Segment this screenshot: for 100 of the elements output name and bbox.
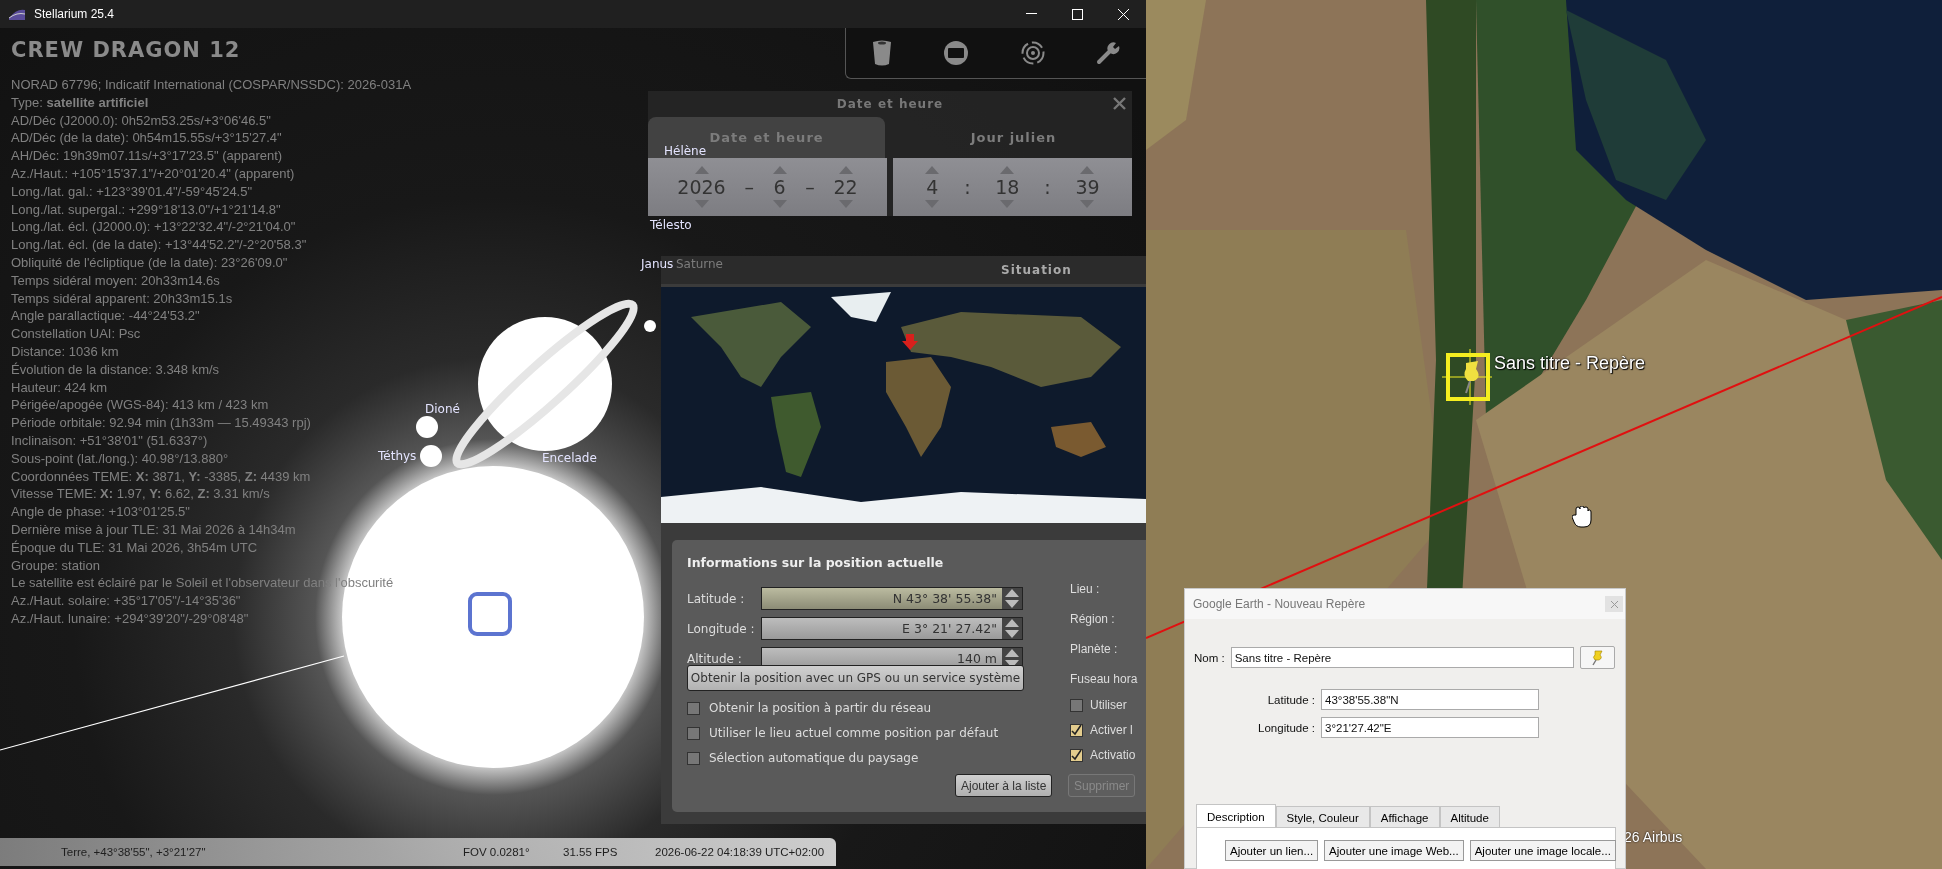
settings-icon[interactable] — [1096, 41, 1121, 65]
tab[interactable]: Altitude — [1439, 806, 1500, 828]
down-arrow-icon[interactable] — [1005, 599, 1019, 608]
info-line: Groupe: station — [11, 556, 100, 575]
spin-value[interactable]: 39 — [1075, 176, 1100, 198]
checkbox[interactable] — [687, 701, 700, 715]
tab[interactable]: Style, Couleur — [1275, 806, 1370, 828]
info-line: AD/Déc (J2000.0): 0h52m53.25s/+3°06'46.5" — [11, 111, 271, 130]
target-icon[interactable] — [1020, 41, 1045, 65]
close-button[interactable] — [1605, 596, 1623, 612]
info-line: Type: satellite artificiel — [11, 93, 149, 112]
separator: : — [964, 176, 971, 198]
sky-label: Téthys — [378, 449, 417, 463]
sky-label: Encelade — [542, 451, 597, 465]
info-line: Az./Haut. solaire: +35°17'05"/-14°35'36" — [11, 592, 241, 610]
add-button[interactable]: Ajouter un lien... — [1225, 840, 1319, 861]
sky-label: Janus — [641, 257, 674, 271]
dialog-title: Situation — [1001, 263, 1072, 277]
checkbox[interactable] — [687, 751, 700, 765]
info-line: NORAD 67796; Indicatif International (COSPAR/NSSDC): 2026-031A — [11, 76, 412, 94]
separator: – — [805, 176, 815, 198]
maximize-icon[interactable] — [1071, 8, 1083, 20]
info-line: Sous-point (lat./long.): 40.98°/13.880° — [11, 449, 229, 468]
field-label: Latitude : — [687, 591, 746, 606]
field-label: Longitude : — [687, 621, 756, 636]
spin-value[interactable]: 4 — [926, 176, 939, 198]
placemark-frame[interactable] — [1442, 349, 1492, 405]
info-line: AH/Déc: 19h39m07.11s/+3°17'23.5" (apparent) — [11, 147, 283, 165]
tab[interactable]: Affichage — [1369, 806, 1440, 828]
spin-field[interactable]: E 3° 21' 27.42" — [761, 617, 1023, 640]
fov-readout: FOV 0.0281° — [463, 846, 531, 858]
info-line: Évolution de la distance: 3.348 km/s — [11, 360, 220, 379]
tab[interactable]: Description — [1196, 804, 1276, 828]
info-line: Az./Haut.: +105°15'37.1"/+20°01'20.4" (apparent) — [11, 165, 295, 183]
field-label: Fuseau hora — [1070, 672, 1138, 686]
checkbox-label[interactable]: Utiliser — [1090, 698, 1127, 712]
info-line: Angle de phase: +103°01'25.5" — [11, 503, 190, 521]
list-button[interactable]: Ajouter à la liste — [955, 774, 1053, 797]
up-arrow-icon[interactable] — [1005, 619, 1019, 628]
sky-label: Hélène — [664, 144, 707, 158]
checkbox-label[interactable]: Activatio — [1090, 748, 1136, 762]
checkbox[interactable] — [1070, 748, 1083, 762]
checkbox-label[interactable]: Obtenir la position à partir du réseau — [709, 701, 932, 715]
field-label: Altitude : — [687, 651, 743, 666]
pin-button[interactable] — [1579, 646, 1615, 669]
up-arrow-icon[interactable] — [1005, 649, 1019, 658]
up-arrow-icon[interactable] — [1005, 589, 1019, 598]
screen-icon[interactable] — [943, 40, 970, 66]
world-map[interactable] — [661, 287, 1146, 523]
info-line: Dernière mise à jour TLE: 31 Mai 2026 à 14h34m — [11, 520, 296, 539]
spin-value[interactable]: 18 — [995, 176, 1020, 198]
tab[interactable]: Jour julien — [895, 117, 1132, 158]
field-label: Latitude : — [1266, 693, 1315, 706]
moon-dot — [416, 416, 438, 438]
selection-marker-icon — [468, 592, 512, 636]
imagery-attribution: 26 Airbus — [1624, 829, 1683, 845]
info-line: Coordonnées TEME: X: 3871, Y: -3385, Z: 4439 km — [11, 467, 311, 486]
info-line: Distance: 1036 km — [11, 342, 119, 361]
field-label: Planète : — [1070, 642, 1118, 656]
info-line: Période orbitale: 92.94 min (1h33m — 15.49343 rpj) — [11, 414, 311, 432]
sky-label: Dioné — [425, 402, 460, 416]
info-line: Temps sidéral apparent: 20h33m15.1s — [11, 289, 233, 308]
info-line: Hauteur: 424 km — [11, 378, 108, 397]
hand-cursor-icon — [1572, 506, 1592, 528]
checkbox-label[interactable]: Utiliser le lieu actuel comme position par défaut — [709, 726, 999, 740]
down-arrow-icon[interactable] — [1005, 629, 1019, 638]
checkbox[interactable] — [1070, 723, 1083, 737]
info-line: Angle parallactique: -44°24'53.2" — [11, 307, 200, 326]
coordinate-field[interactable]: 43°38'55.38"N — [1321, 689, 1539, 710]
pushpin-icon — [1590, 649, 1605, 666]
info-line: Périgée/apogée (WGS-84): 413 km / 423 km — [11, 396, 269, 415]
info-line: Temps sidéral moyen: 20h33m14.6s — [11, 271, 220, 290]
location-marker-icon — [902, 334, 918, 350]
gps-button[interactable]: Obtenir la position avec un GPS ou un service système — [687, 665, 1024, 691]
coordinate-field[interactable]: 3°21'27.42"E — [1321, 717, 1539, 738]
checkbox-label[interactable]: Activer l — [1090, 723, 1133, 737]
window-title: Stellarium 25.4 — [34, 7, 115, 21]
minimize-icon[interactable] — [1025, 13, 1037, 15]
checkbox-label[interactable]: Sélection automatique du paysage — [709, 751, 919, 765]
fps-readout: 31.55 FPS — [563, 846, 619, 858]
info-line: AD/Déc (de la date): 0h54m15.55s/+3°15'27.4" — [11, 129, 282, 148]
add-button[interactable]: Ajouter une image Web... — [1324, 840, 1464, 861]
checkbox[interactable] — [687, 726, 700, 740]
info-line: Long./lat. écl. (J2000.0): +13°22'32.4"/-2°21'04.0" — [11, 218, 296, 237]
spin-value[interactable]: 2026 — [677, 176, 726, 198]
checkbox[interactable] — [1070, 698, 1083, 712]
sky-label: Saturne — [676, 257, 723, 271]
moon-dot — [644, 320, 656, 332]
spin-field[interactable]: N 43° 38' 55.38" — [761, 587, 1023, 610]
spin-value[interactable]: 22 — [833, 176, 858, 198]
dialog-title: Date et heure — [836, 97, 944, 111]
info-line: Long./lat. supergal.: +299°18'13.0"/+1°21'14.8" — [11, 200, 281, 219]
info-line: Constellation UAI: Psc — [11, 325, 141, 343]
add-button[interactable]: Ajouter une image locale... — [1469, 840, 1616, 861]
info-line: Époque du TLE: 31 Mai 2026, 3h54m UTC — [11, 538, 258, 557]
spin-value[interactable]: 6 — [773, 176, 786, 198]
name-field[interactable]: Sans titre - Repère — [1230, 647, 1574, 668]
info-line: Inclinaison: +51°38'01" (51.6337°) — [11, 431, 208, 450]
moon-dot — [420, 445, 442, 467]
info-line: Long./lat. écl. (de la date): +13°44'52.2"/-2°20'58.3" — [11, 236, 307, 254]
